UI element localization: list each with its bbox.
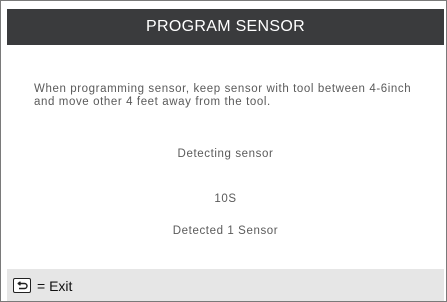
countdown-timer: 10S [214,193,237,205]
detecting-status: Detecting sensor [177,148,274,160]
detection-result: Detected 1 Sensor [172,225,279,237]
page-title: PROGRAM SENSOR [146,18,305,35]
return-icon [13,278,31,293]
title-bar: PROGRAM SENSOR [7,9,444,45]
exit-label: = Exit [37,277,73,294]
instructions-text: When programming sensor, keep sensor wit… [34,83,412,108]
footer-bar: = Exit [7,269,444,301]
program-sensor-screen: PROGRAM SENSOR When programming sensor, … [0,0,447,302]
exit-button[interactable]: = Exit [13,278,72,294]
